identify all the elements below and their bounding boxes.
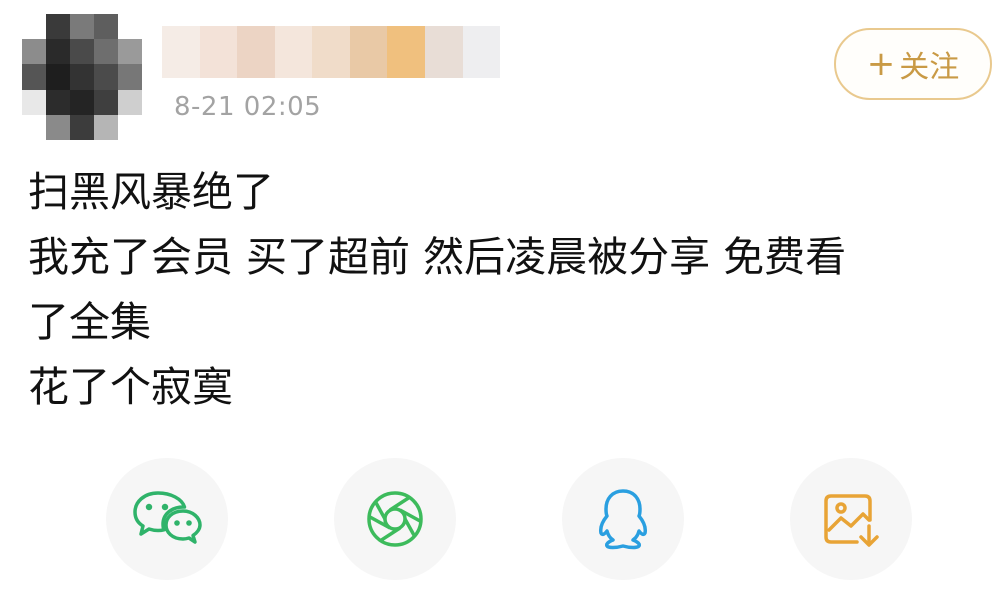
plus-icon: + — [866, 44, 896, 84]
share-qq-button[interactable] — [562, 458, 684, 580]
share-wechat-button[interactable] — [106, 458, 228, 580]
moments-icon — [363, 487, 427, 551]
avatar[interactable] — [22, 14, 142, 140]
follow-button[interactable]: + 关注 — [834, 28, 992, 100]
post-line: 我充了会员 买了超前 然后凌晨被分享 免费看 — [28, 233, 847, 281]
save-image-icon — [821, 488, 881, 550]
save-image-button[interactable] — [790, 458, 912, 580]
post-line: 了全集 — [28, 298, 151, 346]
post-body: 扫黑风暴绝了 我充了会员 买了超前 然后凌晨被分享 免费看 了全集 花了个寂寞 — [28, 160, 988, 420]
post-timestamp: 8-21 02:05 — [174, 92, 322, 122]
post-line: 扫黑风暴绝了 — [28, 168, 274, 216]
follow-label: 关注 — [899, 50, 960, 85]
post-line: 花了个寂寞 — [28, 363, 233, 411]
qq-icon — [594, 486, 652, 552]
username-blurred[interactable] — [162, 26, 501, 78]
wechat-icon — [131, 487, 203, 551]
share-moments-button[interactable] — [334, 458, 456, 580]
